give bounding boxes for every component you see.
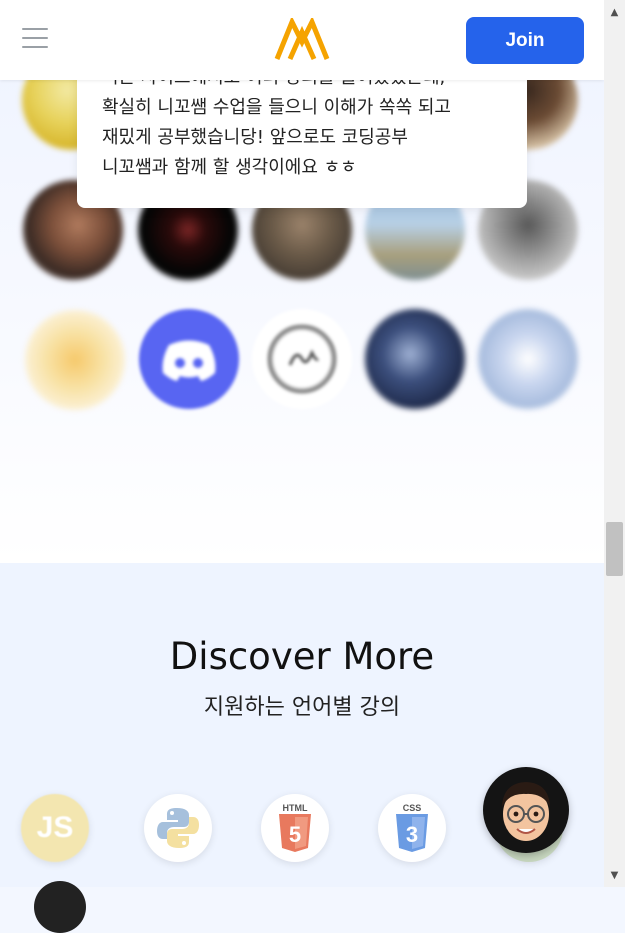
page-scrollbar[interactable]: ▲ ▼ [604,0,625,887]
memoji-face-icon [502,782,550,841]
javascript-icon: JS [36,811,74,844]
svg-text:HTML: HTML [283,803,308,813]
svg-text:3: 3 [406,822,418,847]
scrollbar-thumb[interactable] [606,522,623,576]
top-navbar: Join [0,0,604,80]
chat-support-avatar[interactable] [483,767,569,853]
python-icon [157,808,199,848]
language-js[interactable]: JS [21,794,89,862]
scroll-down-arrow-icon[interactable]: ▼ [604,865,625,885]
css3-icon: CSS 3 [396,803,428,852]
language-html[interactable]: HTML 5 [261,794,329,862]
user-avatar [25,310,125,410]
testimonial-text: 니는 사이트에서도 여러 강의를 들어왔었는데, 확실히 니꼬쌤 수업을 들으니… [102,67,451,178]
language-css[interactable]: CSS 3 [378,794,446,862]
svg-text:5: 5 [289,822,301,847]
discord-avatar [139,309,239,409]
scroll-up-arrow-icon[interactable]: ▲ [604,2,625,22]
user-avatar [478,309,578,409]
language-python[interactable] [144,794,212,862]
discord-icon [162,340,216,381]
user-avatar [252,309,352,409]
join-button[interactable]: Join [466,17,584,64]
language-next-row-icon[interactable] [34,881,86,933]
hamburger-menu-icon[interactable] [22,28,48,52]
discover-subtitle: 지원하는 언어별 강의 [203,695,401,720]
user-avatar [365,309,465,409]
html5-icon: HTML 5 [279,803,311,852]
brand-logo-icon[interactable] [274,15,330,62]
svg-text:CSS: CSS [403,803,422,813]
discover-title: Discover More [169,635,435,678]
signature-logo-icon [267,324,337,394]
community-avatar-section: 니는 사이트에서도 여러 강의를 들어왔었는데, 확실히 니꼬쌤 수업을 들으니… [0,0,604,563]
